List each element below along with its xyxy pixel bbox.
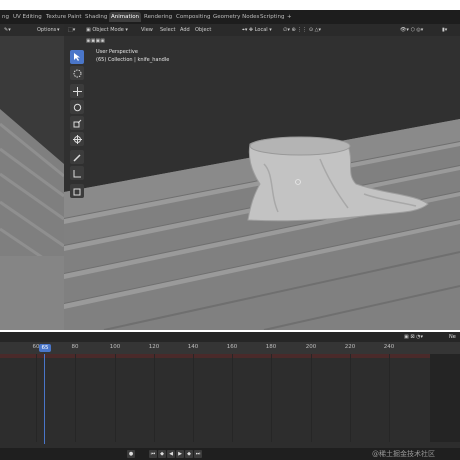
ruler-tick: 200	[305, 344, 317, 350]
object-mode-dropdown[interactable]: ▣ Object Mode ▾	[86, 25, 128, 35]
jump-start-button[interactable]: ⏮	[149, 450, 157, 458]
viewport-scene	[64, 24, 460, 330]
cursor-arrow-icon	[74, 53, 80, 61]
visibility-icon[interactable]: 👁▾ ⬡ ◎▾	[400, 25, 423, 35]
3d-viewport[interactable]	[64, 24, 460, 330]
transform-orientation-dropdown[interactable]: ⌖▾ ✥ Local ▾	[242, 25, 272, 35]
timeline-view-icons[interactable]: ▣ ⊠ ◔▾	[404, 332, 423, 342]
ruler-tick: 120	[148, 344, 160, 350]
ruler-tick: 80	[71, 344, 79, 350]
add-workspace-button[interactable]: +	[285, 12, 294, 22]
active-object-label: (65) Collection | knife_handle	[96, 57, 170, 63]
tab-layout[interactable]: ng	[0, 12, 11, 22]
ruler-tick: 100	[109, 344, 121, 350]
grid-line	[115, 354, 116, 442]
tab-texture-paint[interactable]: Texture Paint	[44, 12, 84, 22]
ruler-tick: 140	[187, 344, 199, 350]
grid-line	[36, 354, 37, 442]
workspace-tab-bar: ng UV Editing Texture Paint Shading Anim…	[0, 10, 460, 24]
grid-line	[154, 354, 155, 442]
grid-line	[232, 354, 233, 442]
tab-uv-editing[interactable]: UV Editing	[11, 12, 44, 22]
move-tool-button[interactable]	[70, 84, 84, 98]
ruler-tick: 180	[265, 344, 277, 350]
left-editor-type-icon[interactable]: ✎▾	[4, 25, 11, 35]
grid-line	[75, 354, 76, 442]
next-keyframe-button[interactable]: ◆	[185, 450, 193, 458]
add-cube-tool-button[interactable]	[70, 184, 84, 198]
view-name-label: User Perspective	[96, 49, 138, 55]
scale-tool-button[interactable]	[70, 116, 84, 130]
timeline-right-label: Ne	[449, 334, 456, 340]
play-button[interactable]: ▶	[176, 450, 184, 458]
left-viewport-floor	[0, 24, 64, 330]
editor-type-icon[interactable]: ⬚▾	[68, 25, 75, 35]
snapping-icon[interactable]: ∅▾ ⊕ ⋮⋮ ⊙ △▾	[283, 25, 321, 35]
grid-line	[350, 354, 351, 442]
orientation-label: Local	[254, 27, 268, 33]
ruler-icon	[73, 169, 81, 177]
options-dropdown[interactable]: Options	[37, 25, 56, 35]
grid-line	[271, 354, 272, 442]
pencil-icon	[72, 153, 81, 162]
viewport-overlay: User Perspective (65) Collection | knife…	[96, 48, 169, 64]
object-mode-label: Object Mode	[92, 27, 124, 33]
select-tool-button[interactable]	[70, 50, 84, 64]
menu-add[interactable]: Add	[180, 25, 190, 35]
scale-icon	[73, 119, 81, 127]
tab-geometry-nodes[interactable]: Geometry Nodes	[211, 12, 261, 22]
prev-keyframe-button[interactable]: ◆	[158, 450, 166, 458]
timeline-header: ▣ ⊠ ◔▾ Ne	[0, 332, 460, 342]
tab-compositing[interactable]: Compositing	[174, 12, 212, 22]
grid-line	[389, 354, 390, 442]
frame-range-strip	[0, 354, 430, 358]
move-arrows-icon	[72, 86, 82, 96]
frame-ruler[interactable]: 60 80 100 120 140 160 180 200 220 240	[0, 342, 460, 354]
tab-rendering[interactable]: Rendering	[142, 12, 174, 22]
ruler-tick: 160	[226, 344, 238, 350]
rotate-tool-button[interactable]	[70, 100, 84, 114]
watermark-text: @稀土掘金技术社区	[372, 450, 435, 458]
chevron-down-icon: ▾	[57, 27, 60, 33]
jump-end-button[interactable]: ⏭	[194, 450, 202, 458]
playhead-line[interactable]	[44, 354, 45, 444]
grid-line	[311, 354, 312, 442]
grid-line	[193, 354, 194, 442]
transform-icon	[72, 134, 82, 144]
left-viewport[interactable]	[0, 24, 64, 330]
navigation-gizmo[interactable]	[414, 44, 456, 84]
measure-tool-button[interactable]	[70, 166, 84, 180]
annotate-tool-button[interactable]	[70, 150, 84, 164]
cursor-tool-button[interactable]	[70, 66, 84, 80]
timeline-outside-range	[430, 354, 460, 442]
play-reverse-button[interactable]: ◀	[167, 450, 175, 458]
menu-select[interactable]: Select	[160, 25, 175, 35]
viewport-header: ⬚▾ ▣ Object Mode ▾ View Select Add Objec…	[64, 24, 460, 36]
transform-tool-button[interactable]	[70, 132, 84, 146]
3d-cursor-icon	[73, 69, 81, 77]
cube-icon	[73, 188, 80, 195]
tab-shading[interactable]: Shading	[83, 12, 109, 22]
ruler-tick: 240	[383, 344, 395, 350]
left-panel-header: ✎▾ Options ▾	[0, 24, 64, 36]
current-frame-indicator[interactable]: 65	[39, 344, 51, 352]
keyframe-dot-icon[interactable]: ●	[127, 450, 135, 458]
ruler-tick: 220	[344, 344, 356, 350]
select-mode-icons[interactable]: ▣▣▣▣	[86, 36, 105, 46]
shading-mode-icon[interactable]: ▮▾	[442, 25, 447, 35]
menu-view[interactable]: View	[141, 25, 153, 35]
tab-animation[interactable]: Animation	[109, 12, 142, 22]
menu-object[interactable]: Object	[195, 25, 211, 35]
rotate-icon	[73, 103, 81, 111]
tab-scripting[interactable]: Scripting	[258, 12, 286, 22]
